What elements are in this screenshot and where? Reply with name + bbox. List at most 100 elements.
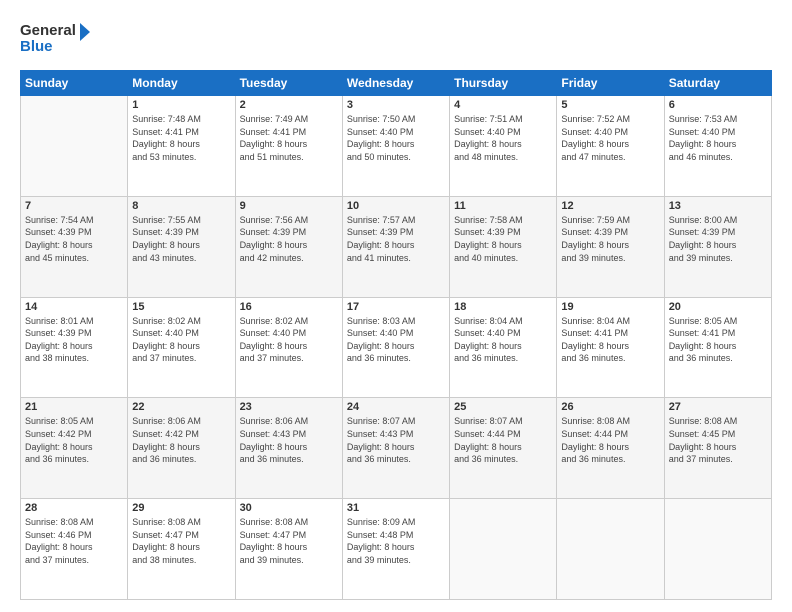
day-number: 11 [454,200,552,212]
day-number: 2 [240,99,338,111]
day-number: 29 [132,502,230,514]
day-number: 15 [132,301,230,313]
day-info: Sunrise: 7:49 AMSunset: 4:41 PMDaylight:… [240,113,338,163]
weekday-header: Thursday [450,71,557,96]
weekday-header: Monday [128,71,235,96]
day-number: 1 [132,99,230,111]
day-info: Sunrise: 8:02 AMSunset: 4:40 PMDaylight:… [240,315,338,365]
calendar-cell: 2 Sunrise: 7:49 AMSunset: 4:41 PMDaylight… [235,96,342,197]
day-info: Sunrise: 8:06 AMSunset: 4:42 PMDaylight:… [132,415,230,465]
day-info: Sunrise: 8:02 AMSunset: 4:40 PMDaylight:… [132,315,230,365]
calendar-cell [21,96,128,197]
day-info: Sunrise: 8:07 AMSunset: 4:43 PMDaylight:… [347,415,445,465]
calendar-cell: 9 Sunrise: 7:56 AMSunset: 4:39 PMDaylight… [235,196,342,297]
day-number: 22 [132,401,230,413]
svg-text:General: General [20,22,76,39]
day-number: 7 [25,200,123,212]
day-info: Sunrise: 7:51 AMSunset: 4:40 PMDaylight:… [454,113,552,163]
day-number: 14 [25,301,123,313]
day-info: Sunrise: 8:04 AMSunset: 4:41 PMDaylight:… [561,315,659,365]
calendar-cell: 5 Sunrise: 7:52 AMSunset: 4:40 PMDaylight… [557,96,664,197]
calendar-cell: 3 Sunrise: 7:50 AMSunset: 4:40 PMDaylight… [342,96,449,197]
day-number: 21 [25,401,123,413]
day-number: 18 [454,301,552,313]
calendar-table: SundayMondayTuesdayWednesdayThursdayFrid… [20,70,772,600]
calendar-cell: 31 Sunrise: 8:09 AMSunset: 4:48 PMDayligh… [342,499,449,600]
day-number: 30 [240,502,338,514]
day-number: 19 [561,301,659,313]
svg-text:Blue: Blue [20,38,53,55]
day-number: 23 [240,401,338,413]
calendar-cell: 26 Sunrise: 8:08 AMSunset: 4:44 PMDayligh… [557,398,664,499]
day-info: Sunrise: 8:07 AMSunset: 4:44 PMDaylight:… [454,415,552,465]
day-info: Sunrise: 8:05 AMSunset: 4:42 PMDaylight:… [25,415,123,465]
calendar-cell: 15 Sunrise: 8:02 AMSunset: 4:40 PMDayligh… [128,297,235,398]
day-number: 3 [347,99,445,111]
page: GeneralBlue SundayMondayTuesdayWednesday… [0,0,792,612]
day-info: Sunrise: 7:48 AMSunset: 4:41 PMDaylight:… [132,113,230,163]
weekday-header: Tuesday [235,71,342,96]
day-info: Sunrise: 8:08 AMSunset: 4:46 PMDaylight:… [25,516,123,566]
calendar-cell: 29Sunrise: 8:08 AMSunset: 4:47 PMDayligh… [128,499,235,600]
calendar-cell: 13 Sunrise: 8:00 AMSunset: 4:39 PMDayligh… [664,196,771,297]
day-info: Sunrise: 8:05 AMSunset: 4:41 PMDaylight:… [669,315,767,365]
calendar-cell: 16 Sunrise: 8:02 AMSunset: 4:40 PMDayligh… [235,297,342,398]
day-info: Sunrise: 7:58 AMSunset: 4:39 PMDaylight:… [454,214,552,264]
calendar-cell: 1 Sunrise: 7:48 AMSunset: 4:41 PMDaylight… [128,96,235,197]
day-number: 9 [240,200,338,212]
day-info: Sunrise: 8:01 AMSunset: 4:39 PMDaylight:… [25,315,123,365]
calendar-cell: 14 Sunrise: 8:01 AMSunset: 4:39 PMDayligh… [21,297,128,398]
day-number: 26 [561,401,659,413]
calendar-cell: 30 Sunrise: 8:08 AMSunset: 4:47 PMDayligh… [235,499,342,600]
calendar-cell: 4Sunrise: 7:51 AMSunset: 4:40 PMDaylight… [450,96,557,197]
calendar-cell [557,499,664,600]
day-info: Sunrise: 7:55 AMSunset: 4:39 PMDaylight:… [132,214,230,264]
calendar-cell: 22 Sunrise: 8:06 AMSunset: 4:42 PMDayligh… [128,398,235,499]
calendar-cell: 21 Sunrise: 8:05 AMSunset: 4:42 PMDayligh… [21,398,128,499]
calendar-cell: 20 Sunrise: 8:05 AMSunset: 4:41 PMDayligh… [664,297,771,398]
day-number: 28 [25,502,123,514]
day-number: 24 [347,401,445,413]
day-number: 20 [669,301,767,313]
calendar-cell: 28 Sunrise: 8:08 AMSunset: 4:46 PMDayligh… [21,499,128,600]
day-info: Sunrise: 7:52 AMSunset: 4:40 PMDaylight:… [561,113,659,163]
calendar-cell: 23 Sunrise: 8:06 AMSunset: 4:43 PMDayligh… [235,398,342,499]
day-info: Sunrise: 8:08 AMSunset: 4:45 PMDaylight:… [669,415,767,465]
day-info: Sunrise: 7:56 AMSunset: 4:39 PMDaylight:… [240,214,338,264]
calendar-cell: 12 Sunrise: 7:59 AMSunset: 4:39 PMDayligh… [557,196,664,297]
day-number: 5 [561,99,659,111]
day-info: Sunrise: 8:08 AMSunset: 4:44 PMDaylight:… [561,415,659,465]
calendar-cell: 27 Sunrise: 8:08 AMSunset: 4:45 PMDayligh… [664,398,771,499]
calendar-cell: 19 Sunrise: 8:04 AMSunset: 4:41 PMDayligh… [557,297,664,398]
day-number: 13 [669,200,767,212]
day-number: 25 [454,401,552,413]
day-info: Sunrise: 7:54 AMSunset: 4:39 PMDaylight:… [25,214,123,264]
day-info: Sunrise: 7:57 AMSunset: 4:39 PMDaylight:… [347,214,445,264]
weekday-header: Friday [557,71,664,96]
day-info: Sunrise: 8:06 AMSunset: 4:43 PMDaylight:… [240,415,338,465]
day-info: Sunrise: 7:53 AMSunset: 4:40 PMDaylight:… [669,113,767,163]
day-info: Sunrise: 8:00 AMSunset: 4:39 PMDaylight:… [669,214,767,264]
calendar-cell: 25 Sunrise: 8:07 AMSunset: 4:44 PMDayligh… [450,398,557,499]
day-number: 10 [347,200,445,212]
day-number: 31 [347,502,445,514]
calendar-cell: 6 Sunrise: 7:53 AMSunset: 4:40 PMDaylight… [664,96,771,197]
calendar-cell: 17Sunrise: 8:03 AMSunset: 4:40 PMDayligh… [342,297,449,398]
calendar-cell: 11 Sunrise: 7:58 AMSunset: 4:39 PMDayligh… [450,196,557,297]
day-info: Sunrise: 8:04 AMSunset: 4:40 PMDaylight:… [454,315,552,365]
day-info: Sunrise: 8:09 AMSunset: 4:48 PMDaylight:… [347,516,445,566]
day-info: Sunrise: 8:08 AMSunset: 4:47 PMDaylight:… [240,516,338,566]
day-number: 27 [669,401,767,413]
calendar-cell: 24 Sunrise: 8:07 AMSunset: 4:43 PMDayligh… [342,398,449,499]
logo: GeneralBlue [20,18,90,60]
calendar-cell: 18 Sunrise: 8:04 AMSunset: 4:40 PMDayligh… [450,297,557,398]
day-number: 6 [669,99,767,111]
day-number: 16 [240,301,338,313]
calendar-cell: 10 Sunrise: 7:57 AMSunset: 4:39 PMDayligh… [342,196,449,297]
day-info: Sunrise: 8:03 AMSunset: 4:40 PMDaylight:… [347,315,445,365]
day-info: Sunrise: 7:59 AMSunset: 4:39 PMDaylight:… [561,214,659,264]
day-info: Sunrise: 7:50 AMSunset: 4:40 PMDaylight:… [347,113,445,163]
day-number: 12 [561,200,659,212]
weekday-header: Wednesday [342,71,449,96]
header: GeneralBlue [20,18,772,60]
